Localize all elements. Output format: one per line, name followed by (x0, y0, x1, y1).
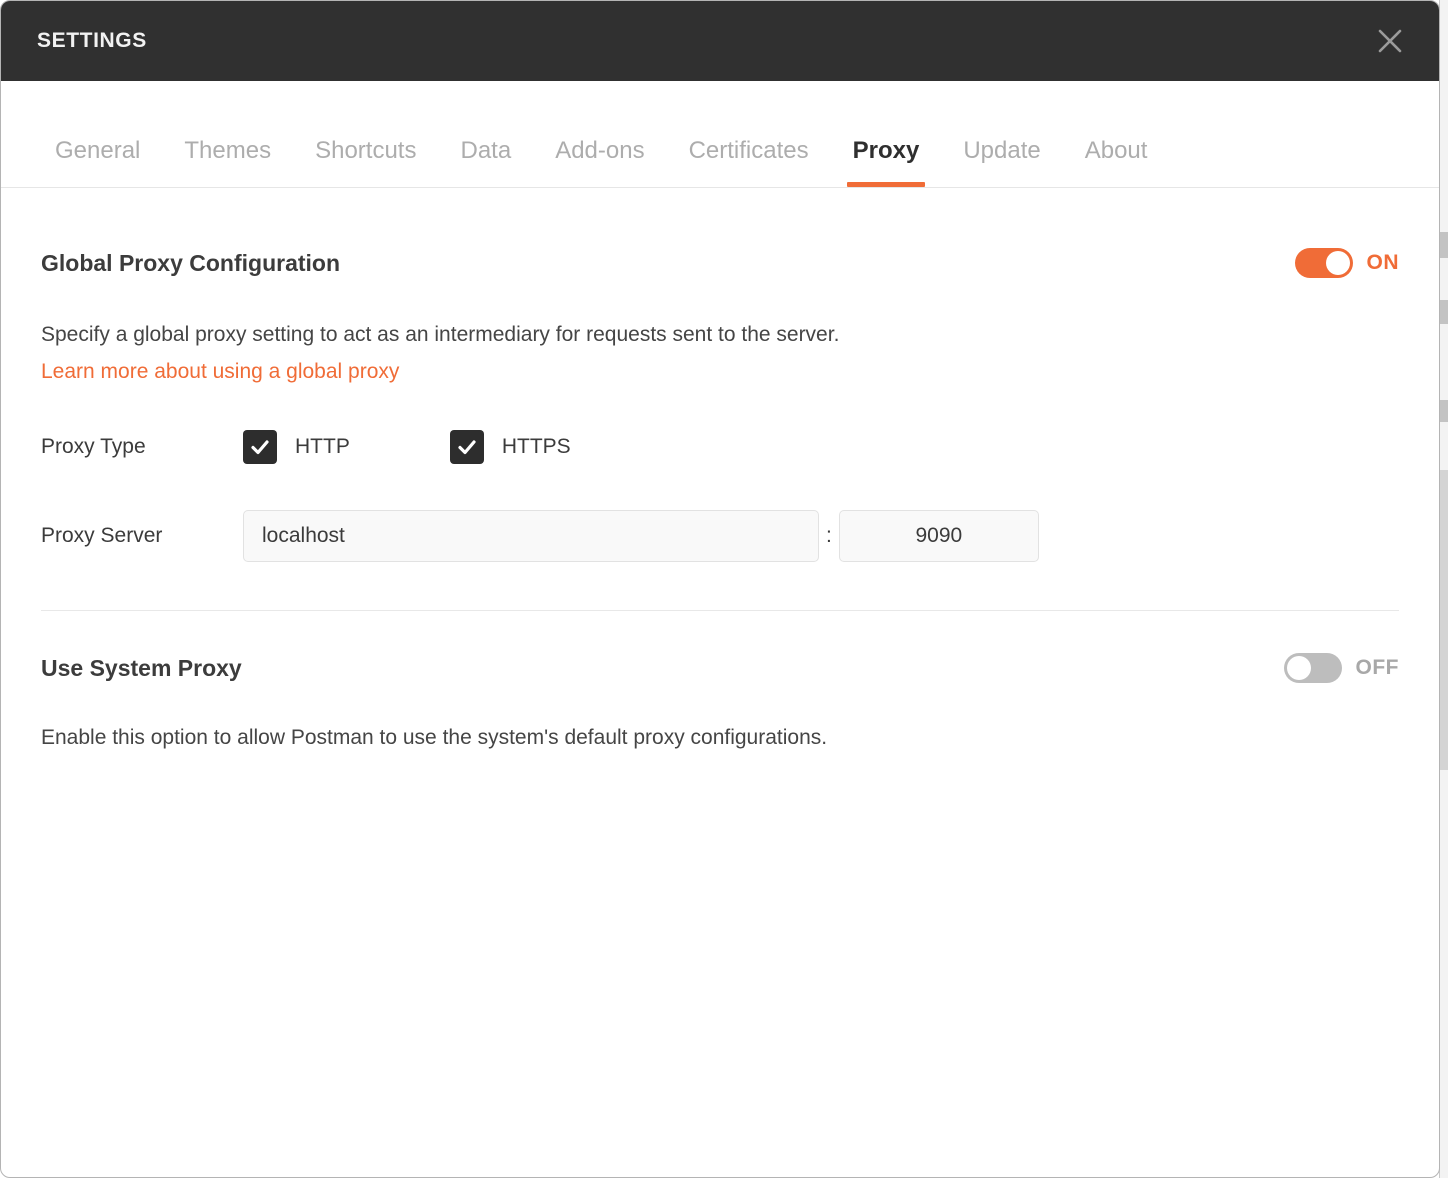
background-app-row (1440, 470, 1448, 770)
background-app-row (1440, 400, 1448, 422)
tab-general[interactable]: General (33, 137, 162, 187)
settings-tab-bar: General Themes Shortcuts Data Add-ons Ce… (1, 81, 1439, 188)
learn-more-link[interactable]: Learn more about using a global proxy (41, 360, 399, 384)
toggle-switch-off[interactable] (1283, 653, 1342, 683)
tab-add-ons[interactable]: Add-ons (533, 137, 666, 187)
checkmark-icon (249, 436, 271, 458)
tab-certificates[interactable]: Certificates (667, 137, 831, 187)
proxy-type-label: Proxy Type (41, 435, 146, 458)
modal-header: SETTINGS (1, 1, 1439, 81)
tab-update[interactable]: Update (941, 137, 1062, 187)
proxy-port-input[interactable] (838, 510, 1039, 562)
checkbox-http-label: HTTP (295, 435, 350, 458)
settings-modal: SETTINGS General Themes Shortcuts Data A… (0, 0, 1440, 1178)
toggle-knob (1325, 251, 1350, 275)
tab-proxy[interactable]: Proxy (831, 137, 942, 187)
tab-shortcuts[interactable]: Shortcuts (293, 137, 438, 187)
checkbox-http[interactable] (243, 430, 277, 464)
system-proxy-title: Use System Proxy (41, 654, 242, 681)
global-proxy-description: Specify a global proxy setting to act as… (41, 323, 840, 346)
proxy-server-row: Proxy Server : (41, 510, 1399, 562)
tab-about[interactable]: About (1063, 137, 1170, 187)
settings-body: Global Proxy Configuration ON Specify a … (1, 188, 1439, 748)
system-proxy-description: Enable this option to allow Postman to u… (41, 726, 828, 749)
proxy-type-https[interactable]: HTTPS (449, 430, 571, 464)
close-button[interactable] (1367, 18, 1413, 64)
app-backdrop: SETTINGS General Themes Shortcuts Data A… (0, 0, 1448, 1178)
proxy-host-input[interactable] (243, 510, 819, 562)
global-proxy-title: Global Proxy Configuration (41, 249, 341, 276)
proxy-server-label: Proxy Server (41, 524, 163, 547)
global-proxy-toggle-label: ON (1366, 251, 1399, 274)
proxy-type-http[interactable]: HTTP (243, 430, 350, 464)
global-proxy-toggle[interactable]: ON (1294, 248, 1400, 278)
toggle-knob (1286, 656, 1311, 680)
checkbox-https-label: HTTPS (501, 435, 571, 458)
system-proxy-toggle[interactable]: OFF (1283, 653, 1400, 683)
background-app-row (1440, 232, 1448, 258)
checkbox-https[interactable] (449, 430, 484, 464)
global-proxy-section-header: Global Proxy Configuration ON (41, 188, 1399, 278)
page-title: SETTINGS (37, 29, 147, 52)
host-port-separator: : (826, 524, 832, 547)
toggle-switch-on[interactable] (1294, 248, 1353, 278)
tab-themes[interactable]: Themes (162, 137, 293, 187)
system-proxy-toggle-label: OFF (1355, 656, 1399, 679)
proxy-type-row: Proxy Type HTTP HTTPS (41, 430, 1399, 464)
checkmark-icon (456, 436, 478, 458)
background-app-row (1440, 300, 1448, 324)
close-icon (1377, 28, 1403, 54)
background-app-sliver (1439, 0, 1448, 1178)
system-proxy-section-header: Use System Proxy OFF (41, 611, 1399, 683)
tab-data[interactable]: Data (438, 137, 533, 187)
